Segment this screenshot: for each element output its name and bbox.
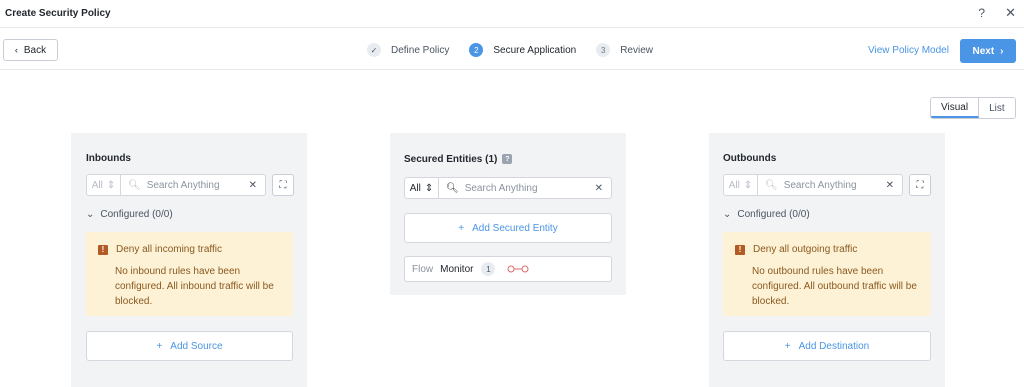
chevron-right-icon: › <box>1000 45 1004 57</box>
plus-icon: + <box>458 222 465 234</box>
step-define-policy[interactable]: ✓ Define Policy <box>367 43 449 57</box>
configured-label: Configured (0/0) <box>100 209 173 220</box>
step-secure-application[interactable]: 2 Secure Application <box>469 43 576 57</box>
add-secured-entity-button[interactable]: + Add Secured Entity <box>404 213 612 243</box>
add-label: Add Source <box>170 340 223 352</box>
filter-value: All <box>728 179 740 191</box>
plus-icon: + <box>156 340 163 352</box>
flow-mode-row[interactable]: Flow Monitor 1 <box>404 256 612 282</box>
sort-arrows-icon: ⇕ <box>743 179 753 191</box>
chevron-left-icon: ‹ <box>14 45 18 55</box>
flow-count-badge: 1 <box>481 262 496 276</box>
warning-body: No inbound rules have been configured. A… <box>115 266 274 307</box>
secured-entities-panel: Secured Entities (1)? All ⇕ 🔍︎ Search An… <box>390 133 626 295</box>
inbounds-filter-select[interactable]: All ⇕ <box>87 175 121 195</box>
outbounds-search[interactable]: All ⇕ 🔍︎ Search Anything ✕ <box>723 174 903 196</box>
inbounds-panel: Inbounds All ⇕ 🔍︎ Search Anything ✕ ⛶ ⌄ … <box>71 133 307 387</box>
plus-icon: + <box>784 340 791 352</box>
inbounds-heading: Inbounds <box>86 153 131 164</box>
wizard-nav: ‹ Back ✓ Define Policy 2 Secure Applicat… <box>0 28 1024 70</box>
step-label: Review <box>620 44 653 56</box>
flow-label: Flow <box>412 263 434 275</box>
page-title: Create Security Policy <box>5 8 111 19</box>
toggle-switch-icon[interactable] <box>507 265 529 273</box>
chevron-down-icon: ⌄ <box>723 209 732 220</box>
outbounds-configured-toggle[interactable]: ⌄ Configured (0/0) <box>723 209 810 220</box>
filter-value: All <box>91 179 103 191</box>
view-policy-model-link[interactable]: View Policy Model <box>868 45 949 56</box>
outbounds-panel: Outbounds All ⇕ 🔍︎ Search Anything ✕ ⛶ ⌄… <box>709 133 945 387</box>
step-review[interactable]: 3 Review <box>596 43 653 57</box>
close-icon[interactable]: ✕ <box>1005 5 1016 21</box>
outbounds-warning: ! Deny all outgoing traffic No outbound … <box>723 232 931 316</box>
add-source-button[interactable]: + Add Source <box>86 331 293 361</box>
outbounds-filter-select[interactable]: All ⇕ <box>724 175 758 195</box>
tab-visual[interactable]: Visual <box>931 98 980 118</box>
search-icon: 🔍︎ <box>446 182 459 194</box>
inbounds-search[interactable]: All ⇕ 🔍︎ Search Anything ✕ <box>86 174 266 196</box>
chevron-down-icon: ⌄ <box>86 209 95 220</box>
back-label: Back <box>23 44 47 56</box>
alert-icon: ! <box>735 244 745 255</box>
next-label: Next <box>972 45 995 57</box>
title-bar: Create Security Policy ? ✕ <box>0 0 1024 28</box>
secured-search[interactable]: All ⇕ 🔍︎ Search Anything ✕ <box>404 177 612 199</box>
inbounds-configured-toggle[interactable]: ⌄ Configured (0/0) <box>86 209 173 220</box>
next-button[interactable]: Next › <box>960 39 1016 63</box>
step-number: 2 <box>469 43 484 57</box>
expand-icon[interactable]: ⛶ <box>272 174 294 196</box>
warning-title-text: Deny all outgoing traffic <box>753 244 858 255</box>
expand-icon[interactable]: ⛶ <box>909 174 931 196</box>
back-button[interactable]: ‹ Back <box>3 39 58 61</box>
warning-title: ! Deny all outgoing traffic <box>735 244 857 255</box>
warning-title: ! Deny all incoming traffic <box>98 244 222 255</box>
search-placeholder[interactable]: Search Anything <box>147 180 249 191</box>
tab-list[interactable]: List <box>979 98 1015 118</box>
view-toggle: Visual List <box>930 97 1016 119</box>
step-label: Define Policy <box>391 44 450 56</box>
inbounds-warning: ! Deny all incoming traffic No inbound r… <box>86 232 293 316</box>
wizard-steps: ✓ Define Policy 2 Secure Application 3 R… <box>367 43 673 57</box>
search-icon: 🔍︎ <box>765 179 778 191</box>
clear-icon[interactable]: ✕ <box>886 180 894 191</box>
check-icon: ✓ <box>367 43 381 57</box>
add-destination-button[interactable]: + Add Destination <box>723 331 931 361</box>
add-label: Add Destination <box>798 340 870 352</box>
clear-icon[interactable]: ✕ <box>595 183 603 194</box>
warning-title-text: Deny all incoming traffic <box>116 244 222 255</box>
sort-arrows-icon: ⇕ <box>424 182 434 194</box>
help-icon[interactable]: ? <box>978 6 985 20</box>
step-number: 3 <box>596 43 611 57</box>
clear-icon[interactable]: ✕ <box>249 180 257 191</box>
secured-heading: Secured Entities (1)? <box>404 154 513 165</box>
info-icon[interactable]: ? <box>502 154 513 165</box>
flow-mode: Monitor <box>440 263 474 275</box>
configured-label: Configured (0/0) <box>737 209 810 220</box>
sort-arrows-icon: ⇕ <box>106 179 116 191</box>
outbounds-heading: Outbounds <box>723 153 777 164</box>
search-placeholder[interactable]: Search Anything <box>784 180 886 191</box>
search-placeholder[interactable]: Search Anything <box>465 183 595 194</box>
search-icon: 🔍︎ <box>128 179 141 191</box>
alert-icon: ! <box>98 244 108 255</box>
secured-heading-text: Secured Entities (1) <box>404 154 498 165</box>
filter-value: All <box>409 182 421 194</box>
step-label: Secure Application <box>493 44 577 56</box>
add-label: Add Secured Entity <box>472 222 558 234</box>
warning-body: No outbound rules have been configured. … <box>752 266 917 307</box>
secured-filter-select[interactable]: All ⇕ <box>405 178 439 198</box>
